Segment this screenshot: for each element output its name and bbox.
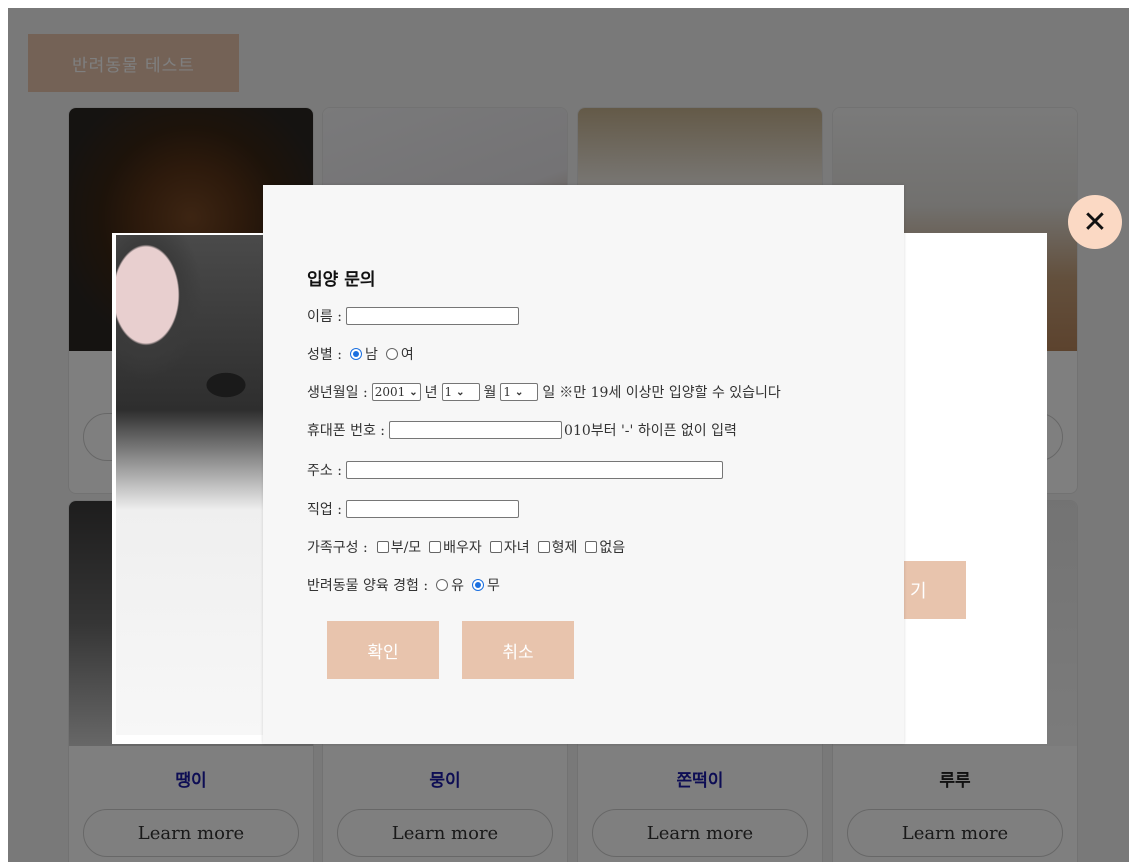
birth-label: 생년월일 :	[307, 385, 368, 401]
phone-row: 휴대폰 번호 : 010부터 '-' 하이픈 없이 입력	[307, 419, 737, 441]
experience-label: 반려동물 양육 경험 :	[307, 578, 429, 594]
chevron-down-icon: ⌄	[515, 386, 524, 398]
birth-row: 생년월일 : 2001 ⌄ 년 1 ⌄ 월 1 ⌄ 일 ※만 19세 이상만 입양할 …	[307, 381, 781, 403]
close-icon: ✕	[1082, 204, 1108, 240]
form-title: 입양 문의	[307, 270, 376, 290]
experience-yes-radio[interactable]	[436, 579, 449, 591]
age-note: ※만 19세 이상만 입양할 수 있습니다	[559, 385, 781, 401]
cancel-button[interactable]: 취소	[462, 621, 574, 679]
family-spouse-checkbox[interactable]	[429, 541, 442, 553]
chevron-down-icon: ⌄	[456, 386, 465, 398]
experience-no-label: 무	[487, 578, 500, 594]
year-suffix: 년	[424, 385, 438, 401]
gender-female-radio[interactable]	[385, 348, 398, 360]
gender-row: 성별 : 남 여	[307, 343, 414, 365]
job-label: 직업 :	[307, 502, 342, 518]
phone-hint: 010부터 '-' 하이픈 없이 입력	[564, 423, 737, 439]
family-option-label: 부/모	[390, 540, 422, 556]
adoption-form: 입양 문의 이름 : 성별 : 남 여 생년월일 : 2001 ⌄ 년 1 ⌄ 월 …	[307, 185, 904, 744]
gender-label: 성별 :	[307, 347, 342, 363]
pet-detail-photo	[116, 235, 266, 735]
address-input[interactable]	[345, 461, 723, 479]
day-suffix: 일	[542, 385, 556, 401]
family-label: 가족구성 :	[307, 540, 368, 556]
gender-male-label: 남	[364, 347, 378, 363]
address-row: 주소 :	[307, 459, 723, 481]
gender-female-label: 여	[400, 347, 414, 363]
experience-yes-label: 유	[451, 578, 464, 594]
birth-day-select[interactable]: 1 ⌄	[500, 383, 539, 401]
adopt-inquiry-button[interactable]: 기	[902, 561, 966, 619]
phone-input[interactable]	[389, 421, 563, 439]
phone-label: 휴대폰 번호 :	[307, 423, 386, 439]
left-border	[0, 0, 8, 862]
family-option-label: 없음	[599, 540, 626, 556]
family-row: 가족구성 : 부/모 배우자 자녀 형제 없음	[307, 536, 625, 558]
top-border	[0, 0, 1135, 8]
right-border	[1129, 0, 1135, 862]
job-input[interactable]	[345, 500, 519, 518]
confirm-button[interactable]: 확인	[327, 621, 439, 679]
family-none-checkbox[interactable]	[585, 541, 598, 553]
name-row: 이름 :	[307, 305, 519, 327]
page-background: 반려동물 테스트 Learn more Learn more 땡이 Learn …	[0, 0, 1135, 862]
chevron-down-icon: ⌄	[409, 386, 418, 398]
experience-no-radio[interactable]	[472, 579, 484, 591]
family-parent-checkbox[interactable]	[376, 541, 389, 553]
birth-year-select[interactable]: 2001 ⌄	[371, 383, 421, 401]
month-suffix: 월	[483, 385, 497, 401]
name-input[interactable]	[345, 307, 519, 325]
close-modal-button[interactable]: ✕	[1068, 195, 1122, 249]
family-option-label: 자녀	[503, 540, 530, 556]
address-label: 주소 :	[307, 463, 342, 479]
family-sibling-checkbox[interactable]	[537, 541, 550, 553]
name-label: 이름 :	[307, 309, 342, 325]
birth-month-select[interactable]: 1 ⌄	[441, 383, 480, 401]
family-option-label: 형제	[551, 540, 578, 556]
gender-male-radio[interactable]	[349, 348, 362, 360]
experience-row: 반려동물 양육 경험 : 유 무	[307, 574, 500, 596]
family-child-checkbox[interactable]	[489, 541, 502, 553]
family-option-label: 배우자	[443, 540, 482, 556]
adoption-form-panel: 입양 문의 이름 : 성별 : 남 여 생년월일 : 2001 ⌄ 년 1 ⌄ 월 …	[263, 185, 904, 744]
job-row: 직업 :	[307, 498, 519, 520]
